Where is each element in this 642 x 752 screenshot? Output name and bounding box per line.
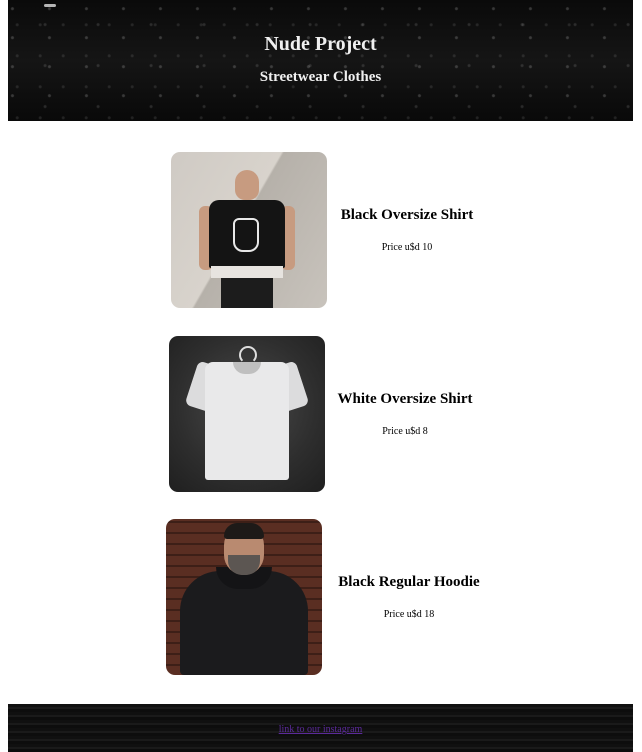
product-card: Black Regular Hoodie Price u$d 18 bbox=[166, 519, 484, 675]
product-image bbox=[166, 519, 322, 675]
product-name: Black Regular Hoodie bbox=[338, 574, 480, 590]
product-info: Black Regular Hoodie Price u$d 18 bbox=[334, 574, 484, 620]
product-card: Black Oversize Shirt Price u$d 10 bbox=[171, 152, 477, 308]
site-title: Nude Project bbox=[264, 33, 377, 55]
product-name: Black Oversize Shirt bbox=[340, 207, 474, 223]
site-subtitle: Streetwear Clothes bbox=[259, 69, 382, 85]
instagram-link[interactable]: link to our instagram bbox=[8, 724, 633, 735]
product-image bbox=[169, 336, 325, 492]
product-info: Black Oversize Shirt Price u$d 10 bbox=[337, 207, 477, 253]
site-footer: link to our instagram bbox=[8, 704, 633, 752]
product-price: Price u$d 8 bbox=[382, 426, 428, 437]
product-price: Price u$d 18 bbox=[383, 609, 435, 620]
product-name: White Oversize Shirt bbox=[337, 391, 473, 407]
product-image bbox=[171, 152, 327, 308]
site-header: Nude Project Streetwear Clothes bbox=[8, 0, 633, 121]
product-price: Price u$d 10 bbox=[381, 242, 433, 253]
product-info: White Oversize Shirt Price u$d 8 bbox=[335, 391, 475, 437]
header-texture-mark bbox=[44, 4, 56, 7]
product-card: White Oversize Shirt Price u$d 8 bbox=[169, 336, 475, 492]
